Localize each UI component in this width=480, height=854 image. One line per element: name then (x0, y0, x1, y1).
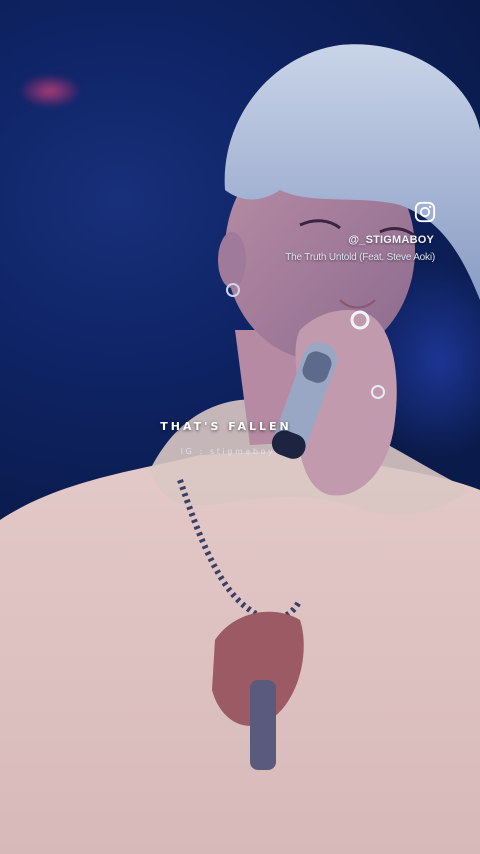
video-frame: @_STIGMABOY The Truth Untold (Feat. Stev… (0, 0, 480, 854)
lyric-caption: THAT'S FALLEN (160, 420, 292, 433)
instagram-handle[interactable]: @_STIGMABOY (348, 234, 434, 246)
song-title: The Truth Untold (Feat. Steve Aoki) (285, 252, 435, 263)
instagram-icon[interactable] (414, 201, 436, 223)
watermark: IG : stigmaboy (180, 447, 276, 456)
